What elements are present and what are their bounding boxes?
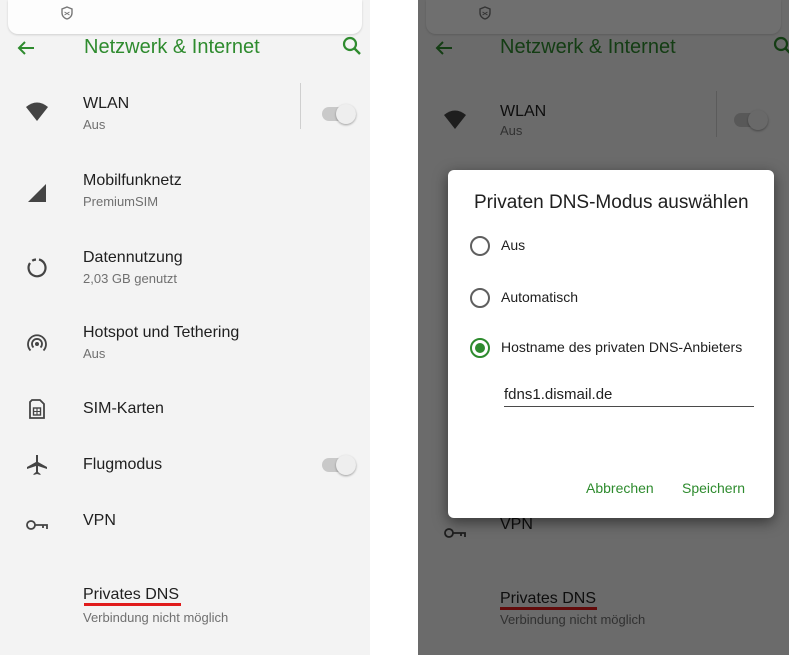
airplane-mode-toggle[interactable] <box>322 455 356 475</box>
settings-item-title: Flugmodus <box>83 456 163 473</box>
settings-item-title: Hotspot und Tethering <box>83 324 240 341</box>
toggle-thumb <box>336 104 356 124</box>
settings-item-title: SIM-Karten <box>83 400 164 417</box>
settings-item-sim-cards[interactable]: SIM-Karten <box>0 398 370 454</box>
dialog-title: Privaten DNS-Modus auswählen <box>474 192 749 213</box>
settings-item-mobile-network[interactable]: Mobilfunknetz PremiumSIM <box>0 172 370 228</box>
signal-icon <box>28 184 46 202</box>
option-label: Hostname des privaten DNS-Anbieters <box>501 339 743 355</box>
option-label: Aus <box>501 237 526 253</box>
settings-item-wlan[interactable]: WLAN Aus <box>0 83 370 151</box>
settings-item-subtitle: Aus <box>83 117 106 132</box>
cancel-button[interactable]: Abbrechen <box>586 480 654 496</box>
save-button[interactable]: Speichern <box>682 480 745 496</box>
settings-item-title: Mobilfunknetz <box>83 172 182 189</box>
settings-screen-with-dialog: Netzwerk & Internet WLAN Aus VPN Private… <box>418 0 789 655</box>
settings-screen: Netzwerk & Internet WLAN Aus Mobilfunkne… <box>0 0 370 655</box>
settings-item-data-usage[interactable]: Datennutzung 2,03 GB genutzt <box>0 249 370 305</box>
settings-item-subtitle: Aus <box>83 346 106 361</box>
settings-item-subtitle: 2,03 GB genutzt <box>83 271 177 286</box>
page-title: Netzwerk & Internet <box>84 36 260 58</box>
private-dns-dialog: Privaten DNS-Modus auswählen Aus Automat… <box>448 170 774 518</box>
settings-item-title: Datennutzung <box>83 249 183 266</box>
settings-item-subtitle: PremiumSIM <box>83 194 159 209</box>
option-hostname[interactable]: Hostname des privaten DNS-Anbieters <box>470 338 764 362</box>
data-usage-icon <box>27 258 47 278</box>
radio-button-selected[interactable] <box>470 338 490 358</box>
divider <box>300 83 301 129</box>
settings-item-airplane-mode[interactable]: Flugmodus <box>0 454 370 510</box>
highlight-underline <box>84 603 181 606</box>
hotspot-icon <box>27 334 47 352</box>
wifi-icon <box>26 102 48 121</box>
dns-hostname-input[interactable] <box>504 382 754 407</box>
settings-item-title: WLAN <box>83 95 130 112</box>
settings-item-hotspot[interactable]: Hotspot und Tethering Aus <box>0 324 370 380</box>
radio-button[interactable] <box>470 236 490 256</box>
settings-item-subtitle: Verbindung nicht möglich <box>83 610 229 625</box>
app-bar: Netzwerk & Internet <box>0 28 370 70</box>
back-arrow-icon[interactable] <box>14 36 38 60</box>
sim-card-icon <box>29 399 45 419</box>
search-icon[interactable] <box>340 34 364 58</box>
airplane-icon <box>27 455 47 475</box>
settings-item-vpn[interactable]: VPN <box>0 510 370 566</box>
toggle-thumb <box>336 455 356 475</box>
wlan-toggle[interactable] <box>322 104 356 124</box>
shield-icon <box>61 6 73 20</box>
settings-item-private-dns[interactable]: Privates DNS Verbindung nicht möglich <box>0 586 370 642</box>
option-label: Automatisch <box>501 289 579 305</box>
settings-item-title: Privates DNS <box>83 586 180 603</box>
settings-item-title: VPN <box>83 512 116 529</box>
option-off[interactable]: Aus <box>470 236 764 260</box>
vpn-key-icon <box>26 520 48 530</box>
option-automatic[interactable]: Automatisch <box>470 288 764 312</box>
radio-button[interactable] <box>470 288 490 308</box>
